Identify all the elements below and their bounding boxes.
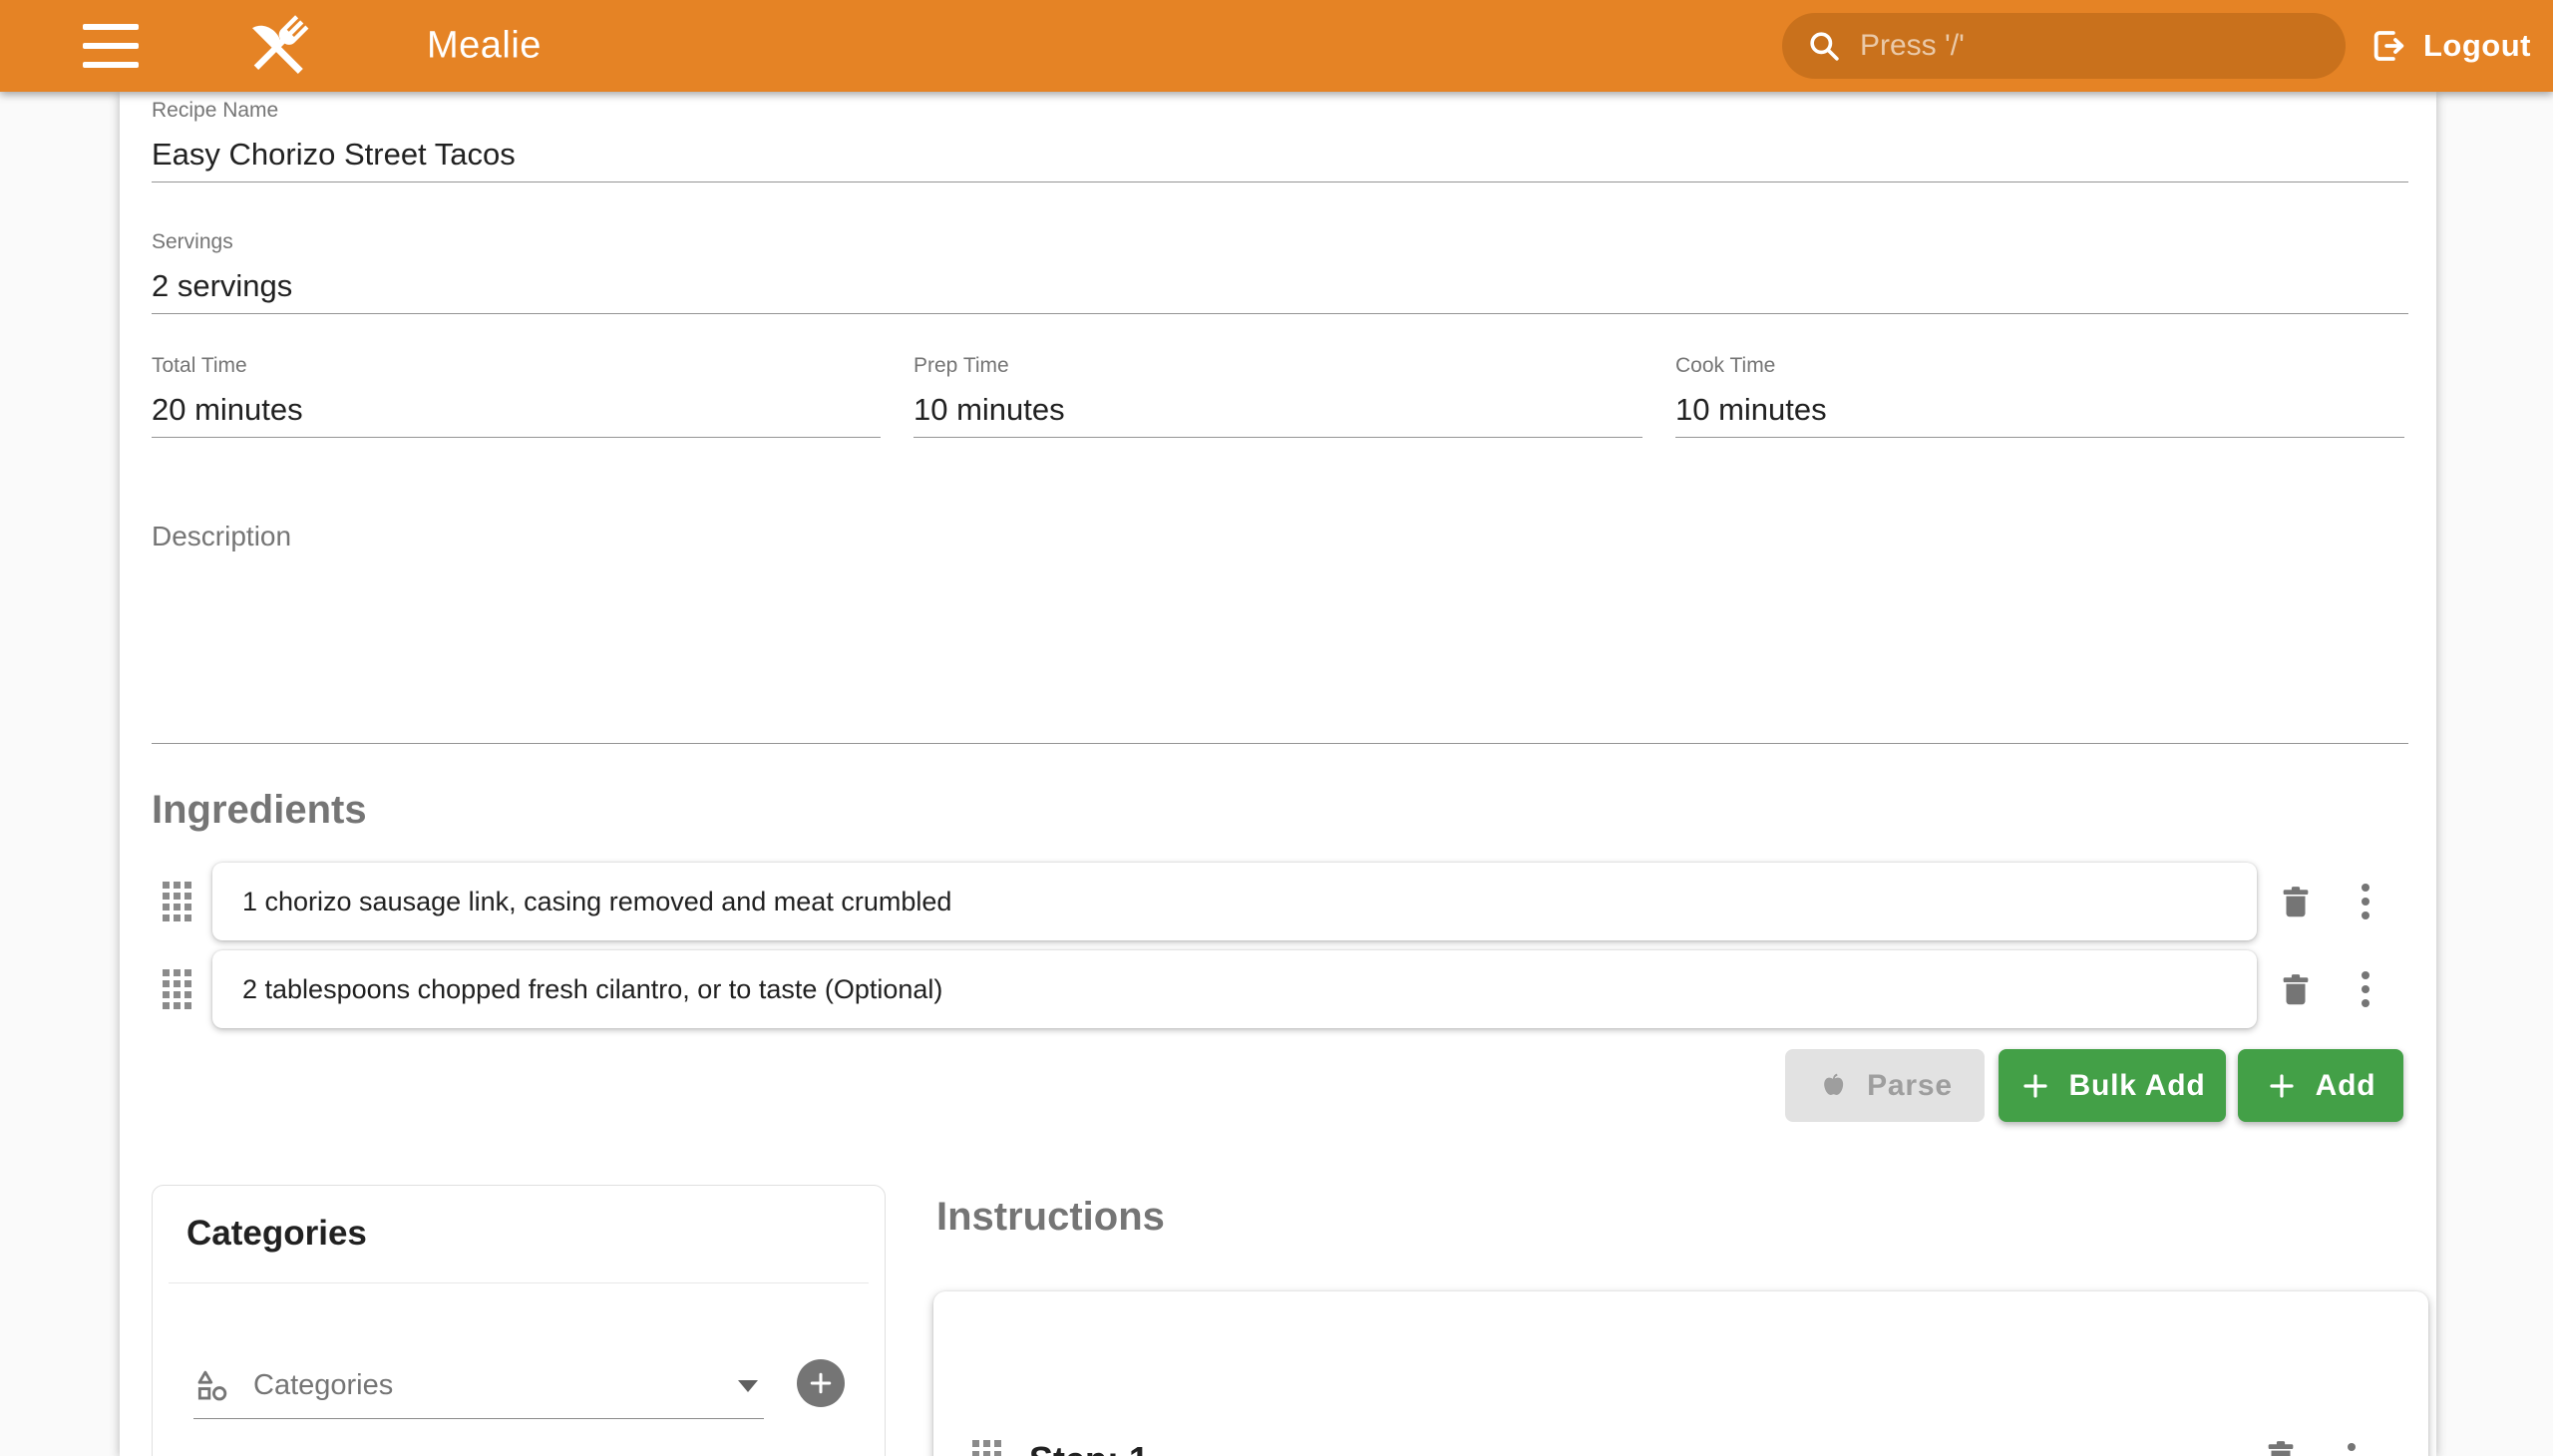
add-ingredient-button[interactable]: Add: [2238, 1049, 2403, 1122]
categories-select[interactable]: Categories: [193, 1363, 764, 1419]
search-icon: [1806, 28, 1842, 64]
app-bar: Mealie Press '/' Logout: [0, 0, 2553, 92]
total-time-label: Total Time: [152, 353, 881, 379]
plus-icon: [2266, 1070, 2298, 1102]
ingredient-input[interactable]: 2 tablespoons chopped fresh cilantro, or…: [212, 950, 2257, 1028]
logout-button[interactable]: Logout: [2368, 0, 2531, 92]
description-label: Description: [152, 521, 291, 552]
instructions-heading: Instructions: [936, 1195, 1165, 1240]
description-textarea[interactable]: [152, 558, 2408, 744]
delete-ingredient-button[interactable]: [2277, 883, 2315, 920]
servings-input[interactable]: 2 servings: [152, 263, 2408, 314]
cook-time-input[interactable]: 10 minutes: [1675, 387, 2404, 438]
logout-icon: [2368, 26, 2407, 66]
cook-time-field: Cook Time 10 minutes: [1675, 353, 2404, 438]
recipe-name-field: Recipe Name Easy Chorizo Street Tacos: [152, 98, 2408, 182]
servings-label: Servings: [152, 229, 2408, 255]
recipe-name-label: Recipe Name: [152, 98, 2408, 124]
ingredient-menu-button[interactable]: [2358, 967, 2373, 1011]
divider: [169, 1282, 869, 1283]
kebab-icon: [2362, 884, 2370, 892]
delete-step-button[interactable]: [2262, 1437, 2300, 1456]
search-input[interactable]: Press '/': [1782, 13, 2346, 79]
cook-time-label: Cook Time: [1675, 353, 2404, 379]
parse-button[interactable]: Parse: [1785, 1049, 1985, 1122]
caret-down-icon: [738, 1380, 758, 1392]
recipe-editor-card: Recipe Name Easy Chorizo Street Tacos Se…: [120, 92, 2436, 1456]
categories-title: Categories: [186, 1214, 367, 1254]
plus-icon: [807, 1369, 835, 1397]
ingredient-input[interactable]: 1 chorizo sausage link, casing removed a…: [212, 863, 2257, 940]
drag-handle-icon[interactable]: [163, 969, 191, 1009]
add-label: Add: [2316, 1069, 2376, 1103]
recipe-name-input[interactable]: Easy Chorizo Street Tacos: [152, 132, 2408, 182]
drag-handle-icon[interactable]: [163, 882, 191, 921]
menu-button[interactable]: [83, 24, 141, 68]
categories-select-placeholder: Categories: [253, 1369, 716, 1402]
trash-icon: [2277, 970, 2315, 1008]
hamburger-icon: [83, 62, 139, 68]
categories-card: Categories Categories: [152, 1185, 886, 1456]
shapes-icon: [193, 1367, 231, 1405]
trash-icon: [2262, 1437, 2300, 1456]
hamburger-icon: [83, 43, 139, 49]
bulk-add-button[interactable]: Bulk Add: [1999, 1049, 2226, 1122]
ingredients-heading: Ingredients: [152, 788, 367, 833]
kebab-icon: [2362, 971, 2370, 979]
search-placeholder: Press '/': [1860, 29, 1965, 63]
prep-time-field: Prep Time 10 minutes: [913, 353, 1642, 438]
delete-ingredient-button[interactable]: [2277, 970, 2315, 1008]
drag-handle-icon[interactable]: [972, 1440, 1001, 1456]
logout-label: Logout: [2423, 28, 2531, 64]
kebab-icon: [2348, 1443, 2356, 1451]
instruction-step-card: Step: 1 Combine crumbled chorizo and chi…: [933, 1291, 2428, 1456]
trash-icon: [2277, 883, 2315, 920]
total-time-input[interactable]: 20 minutes: [152, 387, 881, 438]
ingredient-menu-button[interactable]: [2358, 880, 2373, 923]
step-menu-button[interactable]: [2344, 1439, 2360, 1456]
total-time-field: Total Time 20 minutes: [152, 353, 881, 438]
servings-field: Servings 2 servings: [152, 229, 2408, 314]
add-category-button[interactable]: [797, 1359, 845, 1407]
hamburger-icon: [83, 24, 139, 30]
step-title: Step: 1: [1029, 1439, 1149, 1456]
apple-icon: [1817, 1070, 1849, 1102]
ingredient-row: 2 tablespoons chopped fresh cilantro, or…: [152, 950, 2408, 1028]
plus-icon: [2019, 1070, 2051, 1102]
fork-knife-crossed-icon: [244, 10, 316, 82]
ingredient-row: 1 chorizo sausage link, casing removed a…: [152, 863, 2408, 940]
parse-label: Parse: [1867, 1069, 1953, 1103]
prep-time-input[interactable]: 10 minutes: [913, 387, 1642, 438]
app-title: Mealie: [427, 25, 542, 68]
bulk-add-label: Bulk Add: [2069, 1069, 2206, 1103]
prep-time-label: Prep Time: [913, 353, 1642, 379]
